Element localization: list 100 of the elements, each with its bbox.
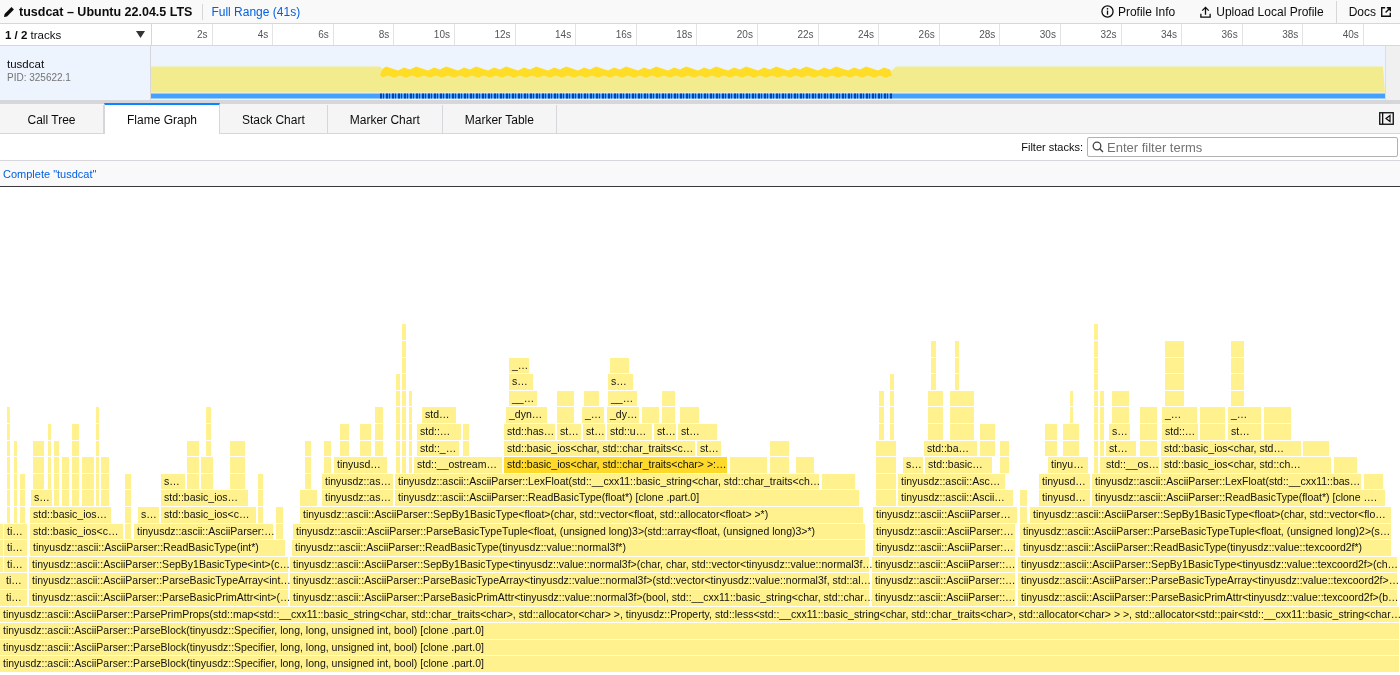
flame-frame[interactable] [206, 439, 212, 457]
flame-frame[interactable] [928, 423, 944, 440]
flame-frame[interactable] [96, 423, 100, 440]
flame-frame[interactable] [1094, 323, 1099, 340]
flame-frame[interactable]: ti… [4, 539, 28, 556]
flame-frame[interactable] [206, 406, 212, 423]
flame-frame[interactable] [305, 456, 312, 473]
flame-frame[interactable]: tinyusdz::ascii::AsciiParser::ParseBasicTypeArray<tinyusdz::value::normal3f>(std::vector<tinyusdz::value::normal3f, std::al… [290, 572, 870, 589]
flame-frame[interactable]: tinyusdz::ascii::AsciiParser::ReadBasicType(tinyusdz::value::normal3f*) [292, 539, 866, 556]
flame-frame[interactable] [876, 489, 897, 506]
flame-frame[interactable] [96, 489, 100, 506]
flame-frame[interactable]: _dy… [607, 406, 640, 423]
flame-frame[interactable] [258, 489, 264, 506]
flame-frame[interactable] [1020, 489, 1028, 506]
flame-frame[interactable] [730, 456, 768, 473]
flame-frame[interactable] [1094, 423, 1099, 440]
flame-frame[interactable] [770, 439, 790, 457]
flame-frame[interactable] [1264, 406, 1292, 423]
flame-frame[interactable] [642, 406, 660, 423]
flame-frame[interactable] [82, 489, 95, 506]
flame-frame[interactable] [7, 472, 11, 490]
flame-frame[interactable] [375, 423, 384, 440]
flame-frame[interactable]: tinyusdz::ascii::AsciiParser::ParseBasicPrimAttr<tinyusdz::value::normal3f>(bool, std::__cxx11::basic_string<char, std::char… [290, 589, 870, 606]
flame-frame[interactable] [1094, 439, 1099, 457]
flame-frame[interactable] [1334, 456, 1358, 473]
flame-frame[interactable] [1231, 340, 1245, 357]
flame-frame[interactable]: st… [557, 423, 582, 440]
flame-frame[interactable]: std::basic_ios… [30, 506, 112, 523]
flame-frame[interactable] [1165, 373, 1185, 390]
scrollbar[interactable] [1385, 46, 1400, 100]
flame-frame[interactable] [125, 472, 132, 490]
flame-frame[interactable]: s… [608, 373, 634, 390]
flame-frame[interactable] [584, 389, 600, 407]
flame-frame[interactable] [7, 439, 11, 457]
flame-frame[interactable] [1100, 423, 1105, 440]
flame-frame[interactable]: tinyusdz::ascii::AsciiParser::… [872, 589, 1016, 606]
flame-frame[interactable]: std::… [1162, 423, 1199, 440]
flame-frame[interactable] [1094, 340, 1099, 357]
flame-frame[interactable] [276, 522, 284, 540]
flame-frame[interactable] [96, 439, 100, 457]
flame-frame[interactable] [72, 489, 80, 506]
flame-frame[interactable] [1063, 423, 1080, 440]
flame-frame[interactable]: __… [608, 389, 638, 407]
flame-frame[interactable] [305, 439, 312, 457]
flame-frame[interactable] [0, 539, 4, 556]
flame-frame[interactable]: tinyusdz::ascii::AsciiParser::ReadBasicType(int*) [30, 539, 286, 556]
flame-frame[interactable] [928, 389, 944, 407]
flame-frame[interactable] [258, 472, 264, 490]
flame-frame[interactable]: st… [678, 423, 718, 440]
flame-frame[interactable] [402, 356, 407, 374]
track-label[interactable]: tusdcat PID: 325622.1 [0, 46, 151, 100]
flame-frame[interactable] [96, 472, 100, 490]
flame-frame[interactable] [340, 423, 350, 440]
flame-frame[interactable] [125, 522, 132, 540]
flame-frame[interactable]: tinyusd… [334, 456, 388, 473]
flame-frame[interactable] [931, 373, 937, 390]
flame-frame[interactable]: tinyusdz::ascii::AsciiParser::ReadBasicType(float*) [clone …. [1092, 489, 1386, 506]
flame-frame[interactable] [7, 506, 11, 523]
flame-frame[interactable] [1112, 389, 1130, 407]
flame-frame[interactable] [796, 456, 815, 473]
flame-frame[interactable]: ti… [3, 589, 28, 606]
flame-frame[interactable] [1303, 439, 1330, 457]
flame-frame[interactable] [955, 356, 960, 374]
flame-frame[interactable]: tinyusdz::ascii::AsciiParser::ParseBasicTypeArray<int… [29, 572, 289, 589]
flame-frame[interactable]: _… [582, 406, 605, 423]
flame-frame[interactable] [7, 423, 11, 440]
flame-frame[interactable] [890, 389, 895, 407]
dropdown-icon[interactable] [136, 31, 145, 38]
flame-frame[interactable]: tinyusdz::as… [322, 489, 394, 506]
flame-frame[interactable]: std::basic… [925, 456, 993, 473]
flame-frame[interactable] [230, 456, 246, 473]
flame-frame[interactable] [931, 356, 937, 374]
flame-frame[interactable] [822, 472, 856, 490]
flame-frame[interactable] [1094, 373, 1099, 390]
range-breadcrumb[interactable]: Full Range (41s) [203, 4, 309, 19]
flame-frame[interactable] [0, 522, 4, 540]
flame-frame[interactable] [96, 456, 100, 473]
flame-frame[interactable] [20, 506, 26, 523]
flame-frame[interactable] [1200, 406, 1226, 423]
flame-frame[interactable] [375, 439, 384, 457]
flame-frame[interactable] [1094, 356, 1099, 374]
flame-frame[interactable] [82, 456, 95, 473]
flame-frame[interactable]: tinyusd… [1039, 489, 1091, 506]
flame-frame[interactable] [340, 439, 350, 457]
flame-frame[interactable]: std::… [417, 423, 462, 440]
tab[interactable]: Stack Chart [220, 105, 328, 134]
flame-frame[interactable] [662, 389, 676, 407]
flame-frame[interactable]: tinyusdz::ascii::Ascii… [898, 489, 1014, 506]
flame-frame[interactable] [876, 456, 897, 473]
flame-frame[interactable] [101, 489, 110, 506]
flame-frame[interactable] [48, 423, 52, 440]
flame-frame[interactable] [54, 489, 60, 506]
flame-frame[interactable]: st… [654, 423, 677, 440]
flame-frame[interactable] [48, 472, 52, 490]
flame-frame[interactable]: std… [422, 406, 457, 423]
flame-frame[interactable]: tinyusdz::ascii::AsciiParser:… [873, 539, 1016, 556]
flame-frame[interactable] [101, 472, 110, 490]
flame-frame[interactable] [402, 406, 407, 423]
flame-frame[interactable] [1020, 506, 1028, 523]
flame-frame[interactable]: std::basic_ios<char, std::char_traits<char> >:… [504, 456, 728, 473]
